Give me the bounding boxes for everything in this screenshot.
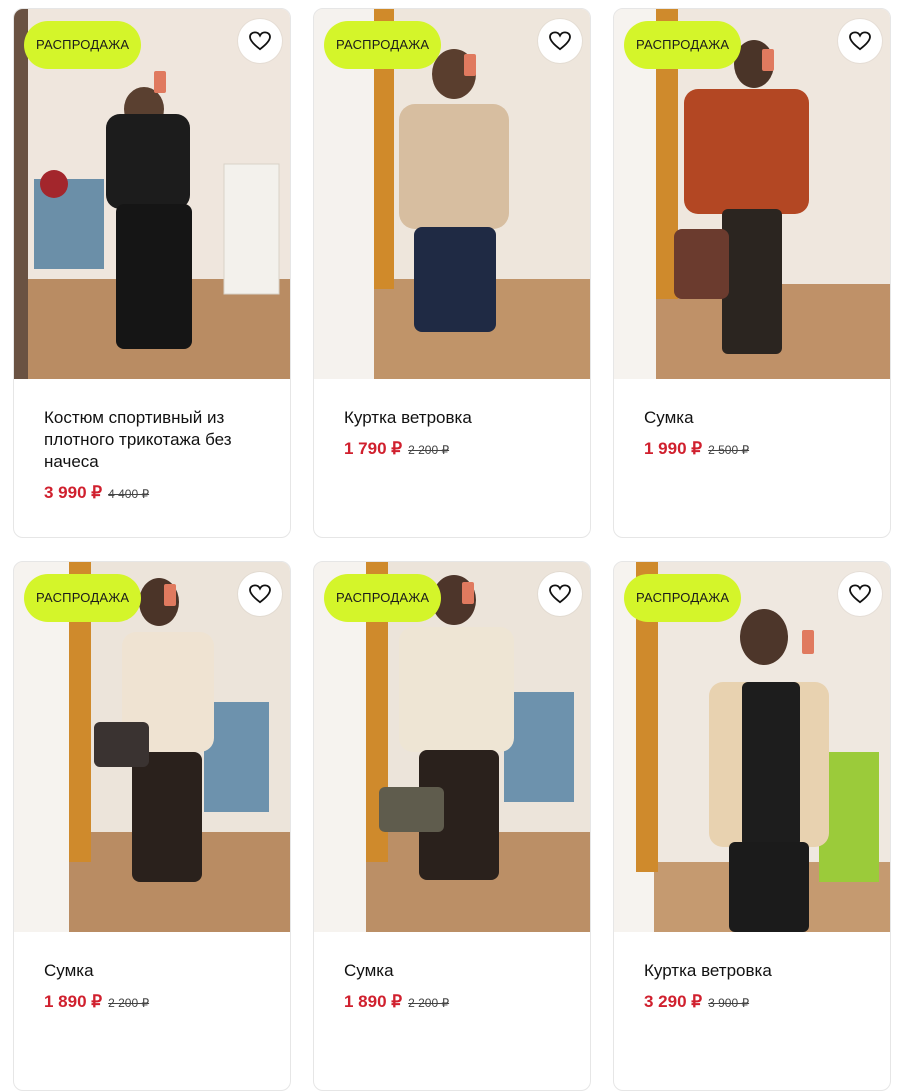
heart-outline-icon [849,31,871,51]
sale-badge: РАСПРОДАЖА [324,21,442,69]
heart-outline-icon [249,584,271,604]
current-price: 1 990 ₽ [644,439,703,458]
product-photo[interactable]: РАСПРОДАЖА [614,562,890,932]
sale-badge: РАСПРОДАЖА [624,21,742,69]
heart-outline-icon [549,584,571,604]
current-price: 1 790 ₽ [344,439,403,458]
product-card[interactable]: РАСПРОДАЖА Сумка 1 890 ₽ 2 200 ₽ [313,561,591,1091]
current-price: 3 990 ₽ [44,483,103,502]
product-photo[interactable]: РАСПРОДАЖА [314,562,590,932]
old-price: 4 400 ₽ [108,487,150,501]
sale-badge: РАСПРОДАЖА [624,574,742,622]
old-price: 3 900 ₽ [708,996,750,1010]
favorite-button[interactable] [838,572,882,616]
product-title[interactable]: Сумка [344,960,566,982]
old-price: 2 200 ₽ [408,996,450,1010]
heart-outline-icon [549,31,571,51]
product-photo[interactable]: РАСПРОДАЖА [314,9,590,379]
sale-badge: РАСПРОДАЖА [324,574,442,622]
product-photo[interactable]: РАСПРОДАЖА [14,562,290,932]
product-title[interactable]: Куртка ветровка [344,407,566,429]
product-card[interactable]: РАСПРОДАЖА Куртка ветровка 1 790 ₽ 2 200… [313,8,591,538]
favorite-button[interactable] [538,572,582,616]
product-card[interactable]: РАСПРОДАЖА Куртка ветровка 3 290 ₽ 3 900… [613,561,891,1091]
heart-outline-icon [249,31,271,51]
sale-badge: РАСПРОДАЖА [24,21,142,69]
current-price: 3 290 ₽ [644,992,703,1011]
old-price: 2 200 ₽ [108,996,150,1010]
favorite-button[interactable] [838,19,882,63]
product-title[interactable]: Костюм спортивный из плотного трикотажа … [44,407,266,473]
product-card[interactable]: РАСПРОДАЖА Костюм спортивный из плотного… [13,8,291,538]
heart-outline-icon [849,584,871,604]
favorite-button[interactable] [538,19,582,63]
product-card[interactable]: РАСПРОДАЖА Сумка 1 890 ₽ 2 200 ₽ [13,561,291,1091]
product-photo[interactable]: РАСПРОДАЖА [614,9,890,379]
product-title[interactable]: Сумка [44,960,266,982]
product-title[interactable]: Сумка [644,407,866,429]
favorite-button[interactable] [238,572,282,616]
old-price: 2 200 ₽ [408,443,450,457]
current-price: 1 890 ₽ [344,992,403,1011]
favorite-button[interactable] [238,19,282,63]
product-card[interactable]: РАСПРОДАЖА Сумка 1 990 ₽ 2 500 ₽ [613,8,891,538]
product-photo[interactable]: РАСПРОДАЖА [14,9,290,379]
current-price: 1 890 ₽ [44,992,103,1011]
product-title[interactable]: Куртка ветровка [644,960,866,982]
product-grid: РАСПРОДАЖА Костюм спортивный из плотного… [0,0,903,1091]
old-price: 2 500 ₽ [708,443,750,457]
sale-badge: РАСПРОДАЖА [24,574,142,622]
